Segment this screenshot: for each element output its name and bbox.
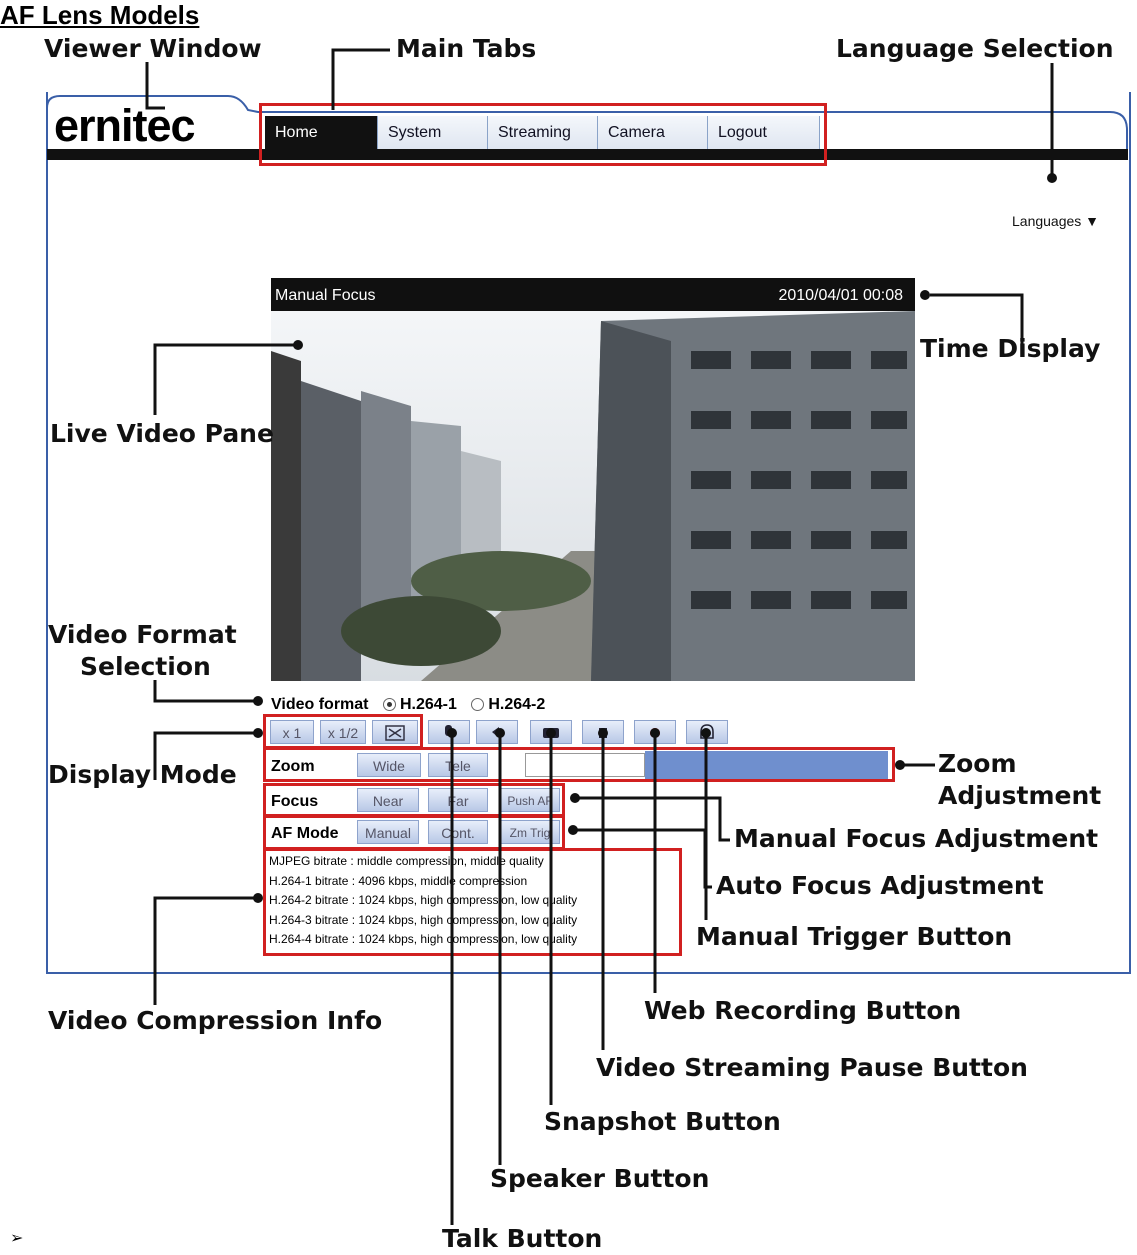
callout-compression-info: Video Compression Info: [48, 1006, 383, 1035]
callout-main-tabs: Main Tabs: [396, 34, 537, 63]
callout-speaker: Speaker Button: [490, 1164, 710, 1193]
bullet-marker: ➢: [10, 1230, 24, 1247]
callout-video-format-2: Selection: [80, 652, 211, 681]
callout-web-recording: Web Recording Button: [644, 996, 962, 1025]
callout-language-selection: Language Selection: [836, 34, 1114, 63]
callout-video-format-1: Video Format: [48, 620, 237, 649]
callout-zoom-2: Adjustment: [938, 781, 1102, 810]
callout-talk: Talk Button: [442, 1224, 603, 1253]
callout-zoom-1: Zoom: [938, 749, 1017, 778]
callout-auto-focus: Auto Focus Adjustment: [716, 871, 1044, 900]
callout-manual-focus: Manual Focus Adjustment: [734, 824, 1099, 853]
callout-manual-trigger: Manual Trigger Button: [696, 922, 1013, 951]
callout-display-mode: Display Mode: [48, 760, 237, 789]
callout-pause: Video Streaming Pause Button: [596, 1053, 1028, 1082]
callout-time-display: Time Display: [920, 334, 1101, 363]
callout-viewer-window: Viewer Window: [44, 34, 262, 63]
callout-snapshot: Snapshot Button: [544, 1107, 781, 1136]
callout-live-video-pane: Live Video Pane: [50, 419, 274, 448]
